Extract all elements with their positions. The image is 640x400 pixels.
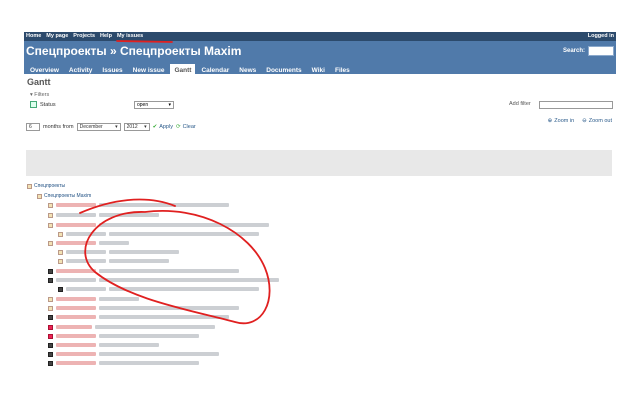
zoom-in-icon: ⊕: [547, 118, 553, 124]
root-project-label: Спецпроекты: [34, 183, 66, 189]
gantt-content: Gantt ▾ Filters Status open ▾ Add filter…: [24, 74, 616, 368]
zoom-controls: ⊕ Zoom in ⊖ Zoom out: [548, 118, 612, 124]
chevron-down-icon: ▾: [168, 102, 171, 108]
list-item[interactable]: [58, 286, 259, 292]
top-link-projects[interactable]: Projects: [73, 33, 95, 40]
top-link-help[interactable]: Help: [100, 33, 112, 40]
issue-icon: [48, 360, 53, 366]
project-title: Спецпроекты » Спецпроекты Maxim: [26, 44, 242, 58]
month-select[interactable]: December ▾: [76, 123, 121, 131]
zoom-out-icon: ⊖: [582, 118, 587, 124]
list-item[interactable]: [58, 258, 169, 264]
chevron-down-icon: ▾: [144, 124, 147, 130]
zoom-in-label: Zoom in: [554, 118, 575, 124]
year-select[interactable]: 2012 ▾: [123, 123, 150, 131]
issue-icon: [48, 277, 53, 283]
zoom-out-label: Zoom out: [588, 118, 612, 124]
issue-icon: [48, 222, 53, 228]
status-operator-select[interactable]: open ▾: [134, 101, 174, 109]
issue-icon: [48, 240, 53, 246]
filters-label: Filters: [34, 92, 50, 98]
status-filter-row: Status: [30, 101, 56, 108]
apply-button[interactable]: ✔ Apply: [153, 124, 173, 130]
page-title: Gantt: [27, 77, 51, 87]
month-value: December: [79, 124, 103, 130]
issue-icon: [48, 296, 53, 302]
search-area: Search:: [563, 46, 614, 56]
issue-icon: [48, 333, 53, 339]
add-filter-select[interactable]: [539, 101, 613, 109]
list-item[interactable]: [58, 231, 259, 237]
root-project-item[interactable]: Спецпроекты: [27, 183, 65, 189]
status-value: open: [137, 102, 149, 108]
status-checkbox[interactable]: [30, 101, 37, 108]
search-input[interactable]: [588, 46, 614, 56]
checkmark-icon: ✔: [152, 124, 158, 130]
list-item[interactable]: [48, 360, 199, 366]
chevron-down-icon: ▾: [115, 124, 118, 130]
list-item[interactable]: [48, 324, 215, 330]
issue-icon: [48, 305, 53, 311]
list-item[interactable]: [48, 296, 139, 302]
gantt-controls: 6 months from December ▾ 2012 ▾ ✔ Apply ⟳ Cl…: [26, 123, 196, 131]
list-item[interactable]: [48, 222, 269, 228]
list-item[interactable]: [48, 351, 219, 357]
list-item[interactable]: [48, 240, 129, 246]
issue-icon: [58, 258, 63, 264]
sub-project-label: Спецпроекты Maxim: [44, 193, 92, 199]
issue-icon: [48, 202, 53, 208]
top-link-home[interactable]: Home: [26, 33, 41, 40]
issue-icon: [58, 249, 63, 255]
zoom-in-button[interactable]: ⊕ Zoom in: [548, 118, 574, 124]
months-input[interactable]: 6: [26, 123, 40, 131]
top-menu: Home My page Projects Help My issues Log…: [24, 32, 616, 41]
top-link-my-issues[interactable]: My issues: [117, 33, 143, 40]
list-item[interactable]: [48, 342, 159, 348]
logged-in-label: Logged in: [587, 33, 614, 39]
issue-icon: [48, 212, 53, 218]
apply-label: Apply: [159, 124, 173, 130]
browser-page: Home My page Projects Help My issues Log…: [24, 32, 616, 368]
issue-icon: [48, 314, 53, 320]
list-item[interactable]: [48, 212, 159, 218]
list-item[interactable]: [48, 333, 199, 339]
list-item[interactable]: [48, 202, 229, 208]
year-value: 2012: [126, 124, 138, 130]
sub-project-item[interactable]: Спецпроекты Maxim: [37, 193, 91, 199]
status-label: Status: [40, 101, 56, 108]
issue-icon: [48, 351, 53, 357]
list-item[interactable]: [48, 277, 279, 283]
months-from-label: months from: [43, 124, 74, 130]
search-label: Search:: [562, 48, 585, 54]
issue-icon: [48, 268, 53, 274]
list-item[interactable]: [58, 249, 179, 255]
gantt-chart-area: [26, 150, 612, 176]
add-filter-label: Add filter: [509, 101, 531, 107]
top-link-my-page[interactable]: My page: [46, 33, 68, 40]
list-item[interactable]: [48, 268, 239, 274]
issue-icon: [58, 231, 63, 237]
reload-icon: ⟳: [175, 124, 181, 130]
issue-icon: [48, 324, 53, 330]
list-item[interactable]: [48, 314, 229, 320]
issue-icon: [48, 342, 53, 348]
list-item[interactable]: [48, 305, 239, 311]
filters-legend[interactable]: ▾ Filters: [30, 92, 49, 98]
clear-button[interactable]: ⟳ Clear: [176, 124, 196, 130]
project-icon: [27, 183, 32, 189]
project-icon: [37, 193, 42, 199]
clear-label: Clear: [182, 124, 196, 130]
issue-icon: [58, 286, 63, 292]
zoom-out-button[interactable]: ⊖ Zoom out: [582, 118, 612, 124]
